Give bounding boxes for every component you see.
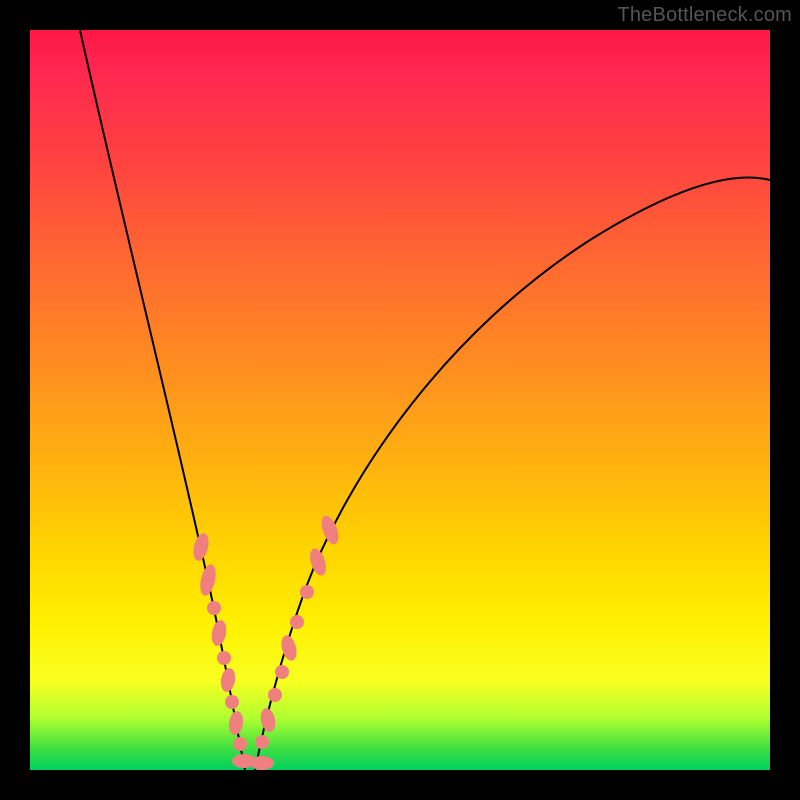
watermark-label: TheBottleneck.com <box>617 4 792 27</box>
right-curve-markers <box>255 514 342 749</box>
plot-area <box>30 30 770 770</box>
chart-canvas: TheBottleneck.com <box>0 0 800 800</box>
right-curve <box>255 178 770 771</box>
left-curve-markers <box>191 532 274 770</box>
plot-svg <box>30 30 770 770</box>
